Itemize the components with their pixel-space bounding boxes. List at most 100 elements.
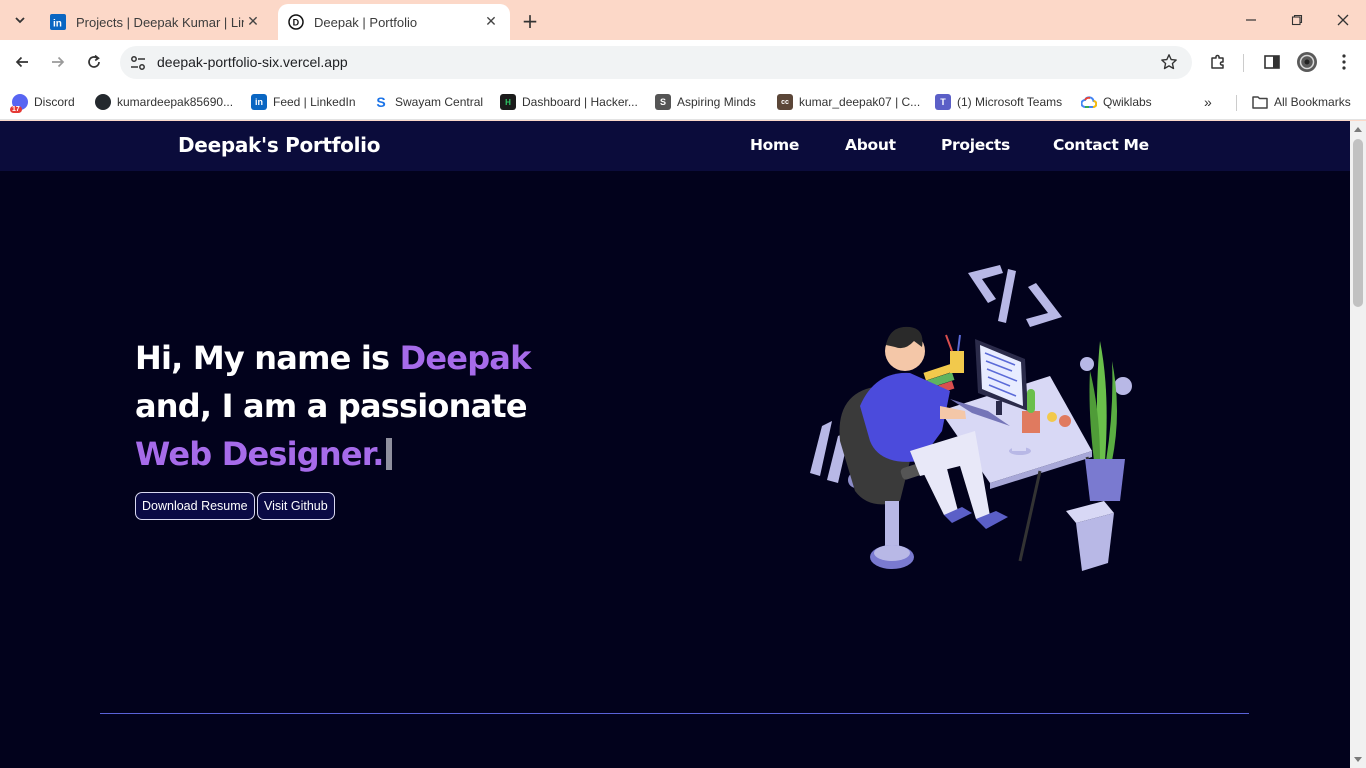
bookmark-discord[interactable]: 17 Discord: [10, 92, 75, 113]
teams-icon: T: [935, 94, 951, 110]
address-bar[interactable]: deepak-portfolio-six.vercel.app: [120, 46, 1192, 79]
restore-icon: [1291, 14, 1303, 26]
visit-github-button[interactable]: Visit Github: [257, 492, 335, 520]
nav-home[interactable]: Home: [750, 136, 799, 154]
site-info-icon[interactable]: [128, 53, 148, 73]
bookmarks-divider: [1236, 95, 1237, 111]
bookmark-github[interactable]: kumardeepak85690...: [95, 92, 233, 112]
more-bookmarks-button[interactable]: »: [1204, 92, 1212, 112]
side-panel-button[interactable]: [1261, 51, 1283, 73]
hero-line-1: Hi, My name is Deepak: [135, 334, 531, 382]
bookmark-star-icon[interactable]: [1160, 53, 1178, 71]
puzzle-icon: [1211, 54, 1224, 69]
bookmark-hackerrank[interactable]: H Dashboard | Hacker...: [500, 92, 638, 112]
hero-role: Web Designer.: [135, 435, 384, 473]
close-tab-icon[interactable]: ✕: [244, 13, 262, 31]
page-scrollbar[interactable]: [1350, 121, 1366, 768]
bookmark-qwiklabs[interactable]: Qwiklabs: [1081, 92, 1152, 112]
profile-button[interactable]: [1296, 51, 1318, 73]
swayam-icon: S: [373, 94, 389, 110]
notification-badge: 17: [10, 106, 22, 113]
bookmark-codechef[interactable]: cc kumar_deepak07 | C...: [777, 92, 920, 112]
minimize-button[interactable]: [1228, 0, 1274, 40]
scroll-up-icon[interactable]: [1354, 127, 1362, 132]
tab-portfolio[interactable]: D Deepak | Portfolio ✕: [278, 4, 510, 40]
folder-icon: [1252, 94, 1268, 110]
linkedin-icon: in: [251, 94, 267, 110]
more-vertical-icon: [1342, 54, 1346, 70]
close-tab-icon[interactable]: ✕: [482, 13, 500, 31]
code-symbol-icon: [968, 265, 1062, 327]
browser-toolbar: deepak-portfolio-six.vercel.app: [0, 40, 1366, 85]
chevron-down-icon: [15, 17, 25, 24]
url-text[interactable]: deepak-portfolio-six.vercel.app: [157, 54, 348, 70]
hero-line-2: and, I am a passionate: [135, 387, 528, 425]
site-navbar: Deepak's Portfolio Home About Projects C…: [0, 121, 1350, 171]
extensions-button[interactable]: [1207, 51, 1229, 73]
developer-illustration: [810, 265, 1132, 571]
discord-icon: 17: [10, 94, 28, 113]
vercel-icon: D: [288, 14, 304, 30]
forward-button[interactable]: [44, 48, 72, 76]
scrollbar-thumb[interactable]: [1353, 139, 1363, 307]
close-window-button[interactable]: [1320, 0, 1366, 40]
section-divider: [100, 713, 1249, 714]
scroll-down-icon[interactable]: [1354, 757, 1362, 762]
svg-text:in: in: [53, 19, 62, 30]
hackerrank-icon: H: [500, 94, 516, 110]
bookmark-label: Aspiring Minds: [677, 95, 756, 109]
reload-button[interactable]: [80, 48, 108, 76]
site-brand[interactable]: Deepak's Portfolio: [178, 133, 380, 157]
restore-button[interactable]: [1274, 0, 1320, 40]
bookmark-label: kumar_deepak07 | C...: [799, 95, 921, 109]
tab-linkedin-projects[interactable]: in Projects | Deepak Kumar | LinkedIn ✕: [40, 4, 272, 40]
side-panel-icon: [1264, 55, 1280, 69]
pencil-cup: [950, 351, 964, 373]
nav-contact-me[interactable]: Contact Me: [1053, 136, 1149, 154]
bookmark-teams[interactable]: T (1) Microsoft Teams: [935, 92, 1062, 112]
arrow-left-icon: [15, 56, 28, 68]
svg-text:D: D: [293, 18, 300, 28]
reload-icon: [88, 54, 100, 68]
codechef-icon: cc: [777, 94, 793, 110]
bookmark-label: (1) Microsoft Teams: [957, 95, 1063, 109]
all-bookmarks-button[interactable]: All Bookmarks: [1252, 92, 1351, 112]
bookmark-label: kumardeepak85690...: [117, 95, 234, 109]
arrow-right-icon: [52, 56, 65, 68]
close-icon: [1337, 14, 1349, 26]
cactus-pot: [1022, 411, 1040, 433]
download-resume-button[interactable]: Download Resume: [135, 492, 255, 520]
bookmark-label: Dashboard | Hacker...: [522, 95, 638, 109]
bookmark-aspiring-minds[interactable]: S Aspiring Minds: [655, 92, 756, 112]
bookmark-swayam[interactable]: S Swayam Central: [373, 92, 483, 112]
back-button[interactable]: [8, 48, 36, 76]
bookmark-label: All Bookmarks: [1274, 95, 1351, 109]
avatar: [1297, 52, 1317, 72]
hero-name: Deepak: [399, 339, 532, 377]
minimize-icon: [1246, 19, 1256, 21]
cactus: [1027, 389, 1035, 413]
new-tab-button[interactable]: +: [518, 9, 542, 33]
bookmark-label: Swayam Central: [395, 95, 484, 109]
nav-about[interactable]: About: [845, 136, 896, 154]
tab-strip: in Projects | Deepak Kumar | LinkedIn ✕ …: [0, 0, 1366, 40]
tab-title: Projects | Deepak Kumar | LinkedIn: [76, 14, 244, 30]
bookmark-label: Qwiklabs: [1103, 95, 1152, 109]
hero-heading: Hi, My name is Deepak and, I am a passio…: [135, 334, 531, 478]
nav-projects[interactable]: Projects: [941, 136, 1010, 154]
double-chevron-right-icon: »: [1204, 94, 1212, 110]
github-icon: [95, 94, 111, 110]
menu-button[interactable]: [1333, 51, 1355, 73]
bookmark-label: Feed | LinkedIn: [273, 95, 356, 109]
hero-line-3: Web Designer.: [135, 430, 531, 478]
tab-search-button[interactable]: [6, 6, 34, 34]
bookmark-linkedin-feed[interactable]: in Feed | LinkedIn: [251, 92, 356, 112]
bookmark-label: Discord: [34, 95, 75, 109]
page-viewport: Deepak's Portfolio Home About Projects C…: [0, 121, 1350, 768]
linkedin-icon: in: [50, 14, 66, 30]
typing-caret: [385, 438, 392, 470]
bookmarks-bar: 17 Discord kumardeepak85690... in Feed |…: [0, 85, 1366, 120]
toolbar-divider: [1243, 54, 1244, 72]
google-cloud-icon: [1081, 94, 1097, 110]
aspiring-minds-icon: S: [655, 94, 671, 110]
